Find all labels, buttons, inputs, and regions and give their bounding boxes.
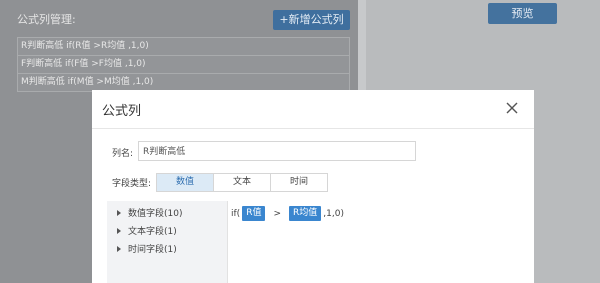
formula-expression: if( R值 > R均值 ,1,0) xyxy=(229,206,346,221)
triangle-right-icon xyxy=(117,209,121,216)
formula-operator: > xyxy=(273,208,281,219)
tree-item-text-fields[interactable]: 文本字段(1) xyxy=(107,223,227,238)
triangle-right-icon xyxy=(117,227,121,234)
formula-editor[interactable]: if( R值 > R均值 ,1,0) xyxy=(229,201,534,283)
tree-item-label: 数值字段(10) xyxy=(128,209,183,219)
preview-button[interactable]: 预览 xyxy=(488,3,557,24)
formula-operand-chip[interactable]: R值 xyxy=(242,206,266,221)
formula-column-dialog: 公式列 列名: R判断高低 字段类型: 数值 文本 时间 数值字段(10) 文本… xyxy=(92,90,534,283)
column-name-label: 列名: xyxy=(112,149,134,159)
list-item[interactable]: R判断高低 if(R值 >R均值 ,1,0) xyxy=(17,37,350,55)
formula-management-title: 公式列管理: xyxy=(17,13,76,26)
field-type-selector: 数值 文本 时间 xyxy=(156,173,328,192)
tree-item-label: 时间字段(1) xyxy=(128,245,177,255)
field-type-label: 字段类型: xyxy=(112,179,152,189)
close-icon[interactable] xyxy=(504,100,520,116)
tree-item-time-fields[interactable]: 时间字段(1) xyxy=(107,241,227,256)
triangle-right-icon xyxy=(117,245,121,252)
column-name-input[interactable]: R判断高低 xyxy=(138,141,416,161)
formula-operand-chip[interactable]: R均值 xyxy=(289,206,322,221)
field-type-numeric[interactable]: 数值 xyxy=(157,174,214,191)
list-item[interactable]: F判断高低 if(F值 >F均值 ,1,0) xyxy=(17,55,350,73)
dialog-header: 公式列 xyxy=(92,90,534,129)
tree-item-numeric-fields[interactable]: 数值字段(10) xyxy=(107,205,227,220)
formula-list: R判断高低 if(R值 >R均值 ,1,0) F判断高低 if(F值 >F均值 … xyxy=(17,37,350,92)
add-formula-column-button[interactable]: +新增公式列 xyxy=(273,10,350,30)
tree-item-label: 文本字段(1) xyxy=(128,227,177,237)
dialog-title: 公式列 xyxy=(102,104,142,119)
field-tree-panel: 数值字段(10) 文本字段(1) 时间字段(1) xyxy=(107,201,228,283)
field-type-time[interactable]: 时间 xyxy=(271,174,327,191)
field-type-text[interactable]: 文本 xyxy=(214,174,271,191)
formula-prefix: if( xyxy=(231,208,241,219)
formula-suffix: ,1,0) xyxy=(323,208,344,219)
